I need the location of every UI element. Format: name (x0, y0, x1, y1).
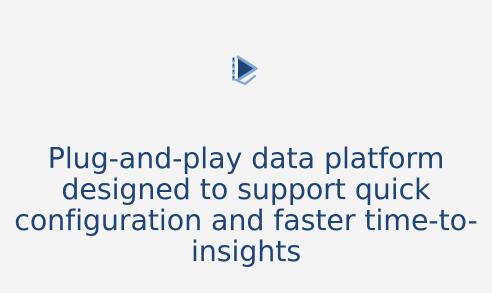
play-data-icon (224, 48, 268, 92)
feature-card: Plug-and-play data platform designed to … (0, 0, 492, 293)
feature-headline: Plug-and-play data platform designed to … (14, 142, 478, 268)
